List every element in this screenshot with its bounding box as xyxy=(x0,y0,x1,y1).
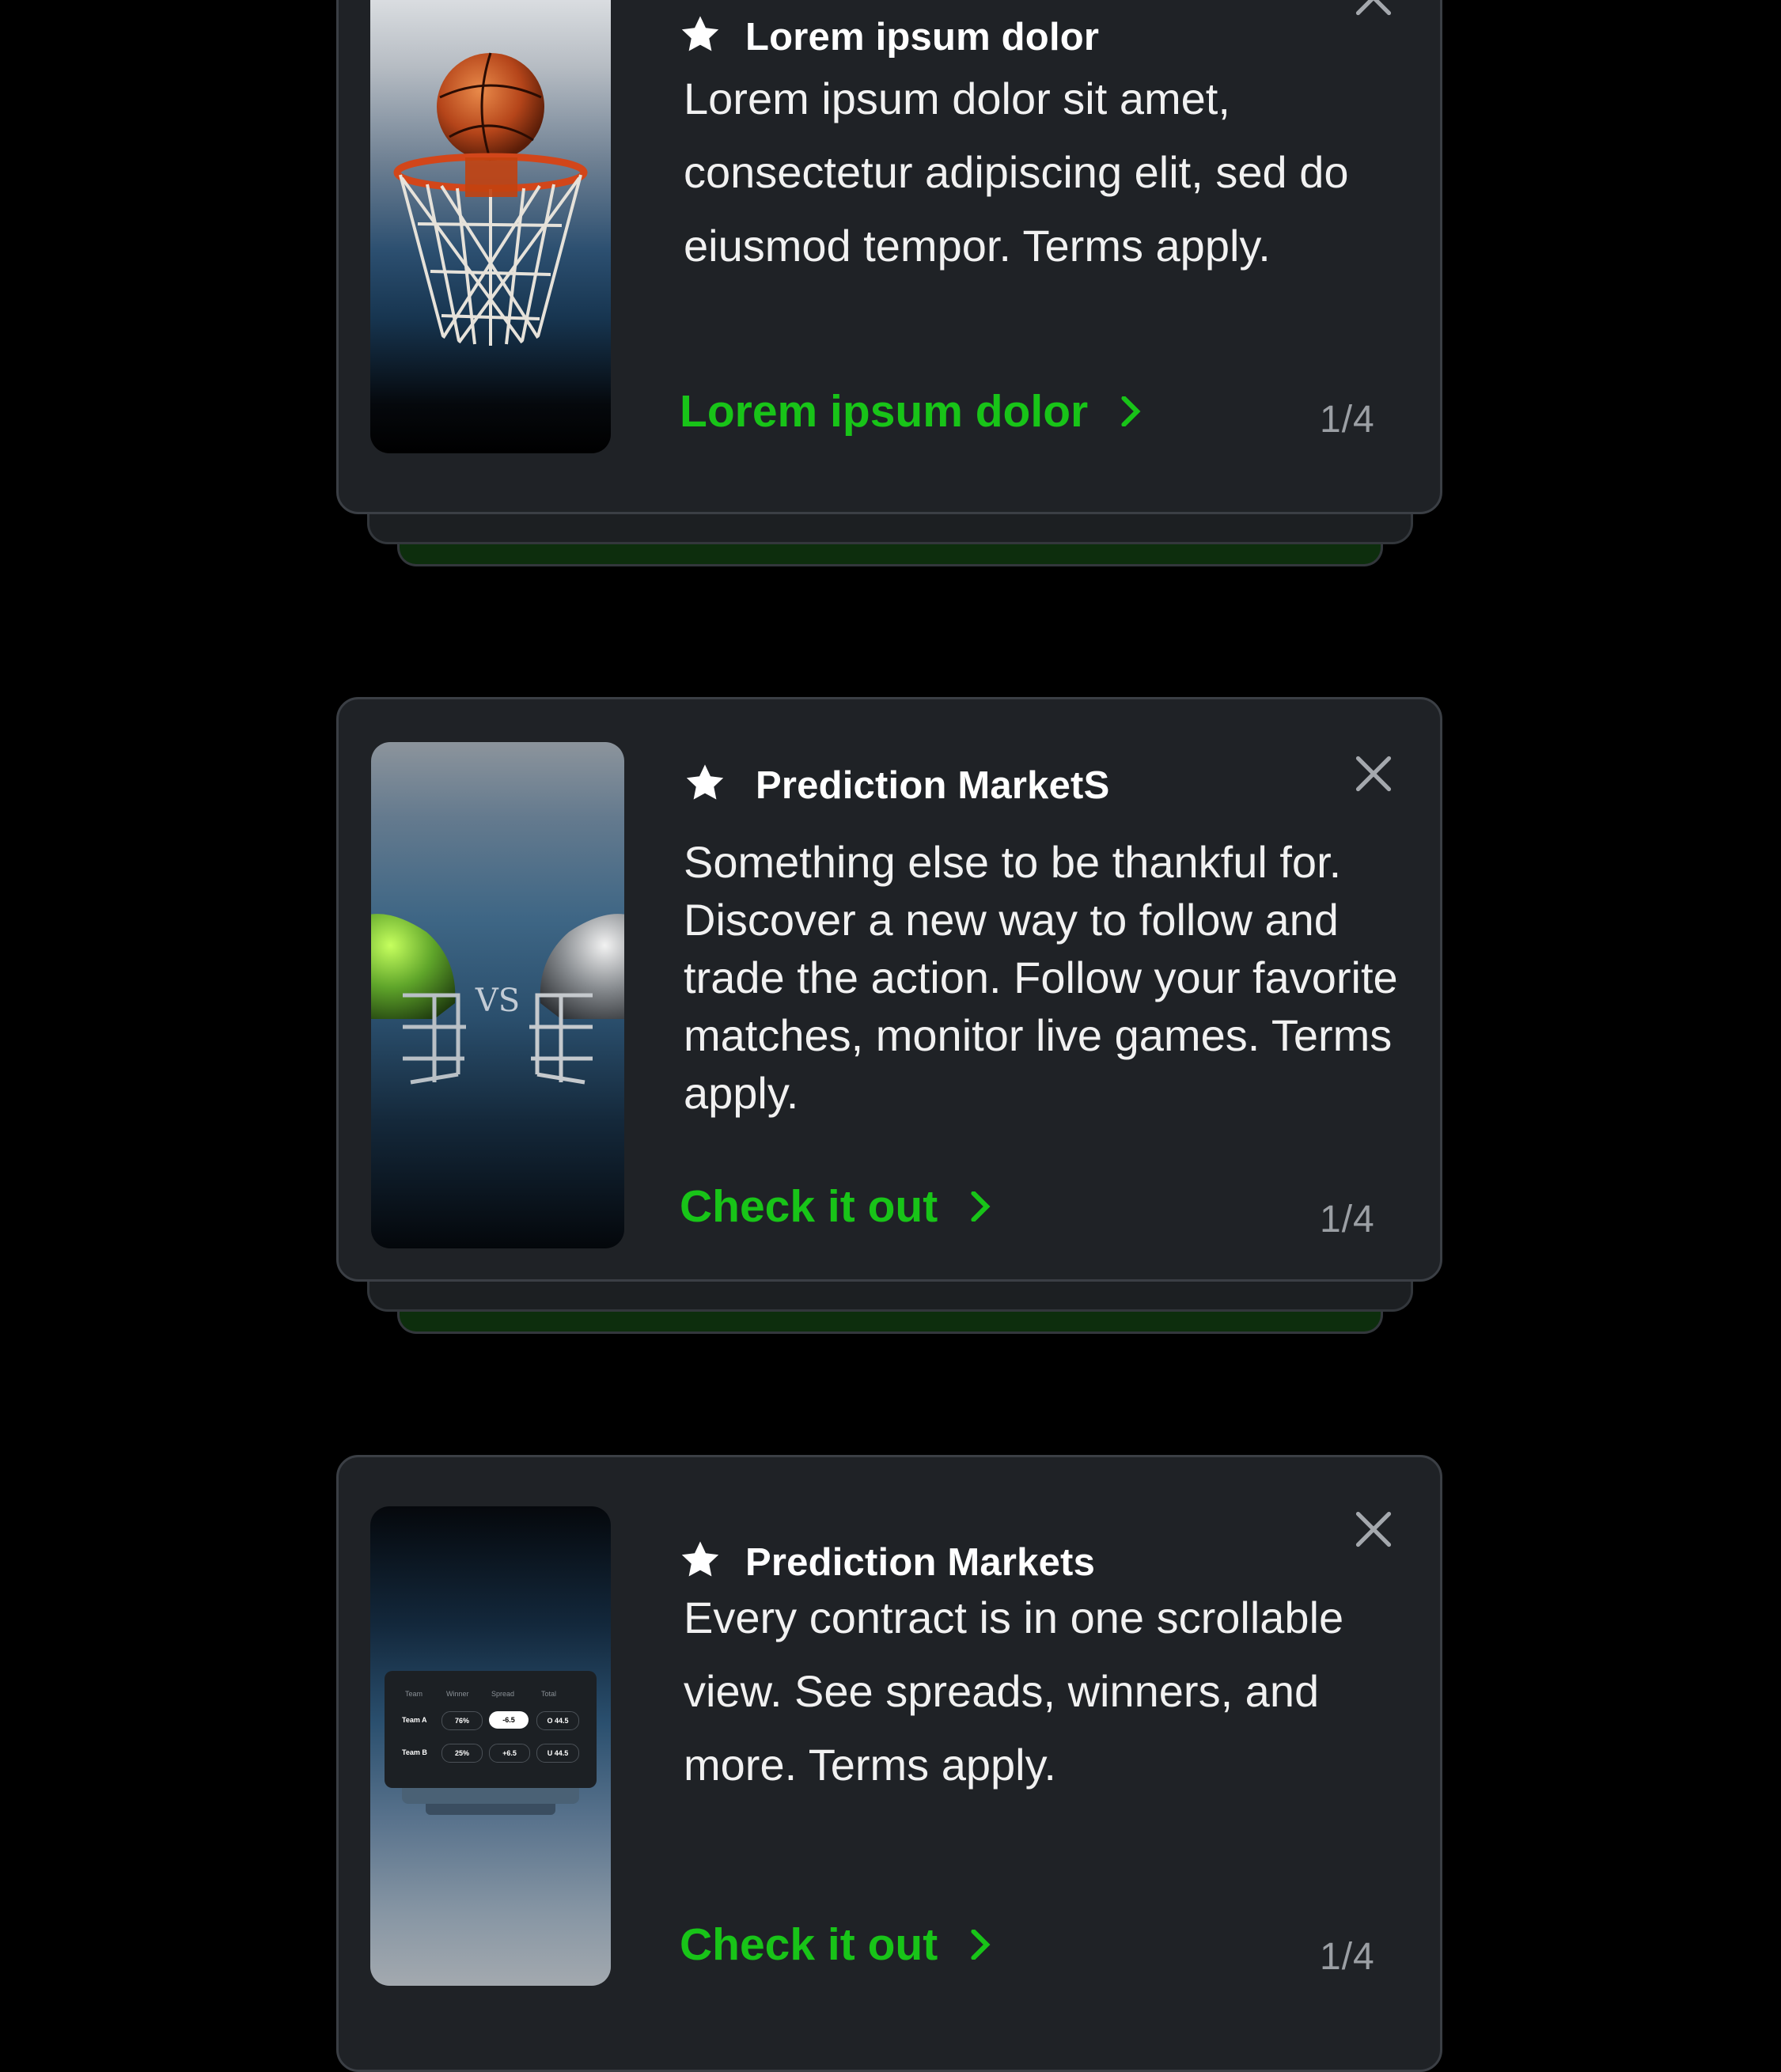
mini-header: Winner xyxy=(446,1690,469,1698)
mini-header: Team xyxy=(405,1690,423,1698)
card-title: Lorem ipsum dolor xyxy=(745,16,1100,59)
chevron-right-icon xyxy=(971,1930,991,1960)
basketball-hoop-icon xyxy=(393,52,588,346)
mini-pill: 25% xyxy=(441,1744,483,1763)
promo-card-3: Team Winner Spread Total Team A 76% -6.5… xyxy=(336,1455,1442,2072)
cta-link[interactable]: Lorem ipsum dolor xyxy=(680,385,1143,438)
card-description: Something else to be thankful for. Disco… xyxy=(684,837,1398,1118)
football-helmets-icon: VS xyxy=(371,914,624,1085)
chevron-right-icon xyxy=(971,1191,991,1222)
chevron-right-icon xyxy=(1121,396,1141,426)
helmets-thumbnail: VS xyxy=(371,742,624,1248)
close-icon[interactable] xyxy=(1353,0,1394,18)
cta-label: Lorem ipsum dolor xyxy=(680,386,1089,437)
mini-header: Spread xyxy=(491,1690,515,1698)
promo-card-1: Lorem ipsum dolor Lorem ipsum dolor sit … xyxy=(336,0,1442,514)
page-counter: 1/4 xyxy=(1320,399,1375,441)
card-description: Lorem ipsum dolor sit amet, consectetur … xyxy=(684,74,1349,271)
cta-link[interactable]: Check it out xyxy=(680,1180,993,1233)
card-stack-layer xyxy=(367,1280,1413,1312)
app-preview-thumbnail: Team Winner Spread Total Team A 76% -6.5… xyxy=(370,1506,611,1986)
star-icon xyxy=(681,1541,719,1577)
cta-label: Check it out xyxy=(680,1181,938,1232)
close-icon[interactable] xyxy=(1353,753,1394,794)
cta-link[interactable]: Check it out xyxy=(680,1919,993,1971)
close-icon[interactable] xyxy=(1353,1509,1394,1550)
mini-pill: O 44.5 xyxy=(536,1711,579,1730)
cta-label: Check it out xyxy=(680,1919,938,1970)
mini-odds-table: Team Winner Spread Total Team A 76% -6.5… xyxy=(385,1671,597,1788)
basketball-thumbnail xyxy=(370,0,611,453)
card-title: Prediction MarketS xyxy=(756,764,1110,807)
mini-team: Team B xyxy=(402,1748,427,1756)
mini-pill: 76% xyxy=(441,1711,483,1730)
card-description: Every contract is in one scrollable view… xyxy=(684,1593,1344,1790)
star-icon xyxy=(681,16,719,51)
card-stack-layer xyxy=(367,513,1413,544)
vs-label: VS xyxy=(475,983,520,1019)
mini-team: Team A xyxy=(402,1716,427,1724)
card-title: Prediction Markets xyxy=(745,1541,1096,1584)
star-icon xyxy=(686,764,724,800)
page-counter: 1/4 xyxy=(1320,1936,1375,1978)
mini-pill-selected: -6.5 xyxy=(489,1711,529,1729)
page-counter: 1/4 xyxy=(1320,1199,1375,1241)
mini-pill: U 44.5 xyxy=(536,1744,579,1763)
mini-pill: +6.5 xyxy=(489,1744,530,1763)
promo-card-2: VS Prediction MarketS Something else to … xyxy=(336,697,1442,1282)
mini-header: Total xyxy=(541,1690,557,1698)
